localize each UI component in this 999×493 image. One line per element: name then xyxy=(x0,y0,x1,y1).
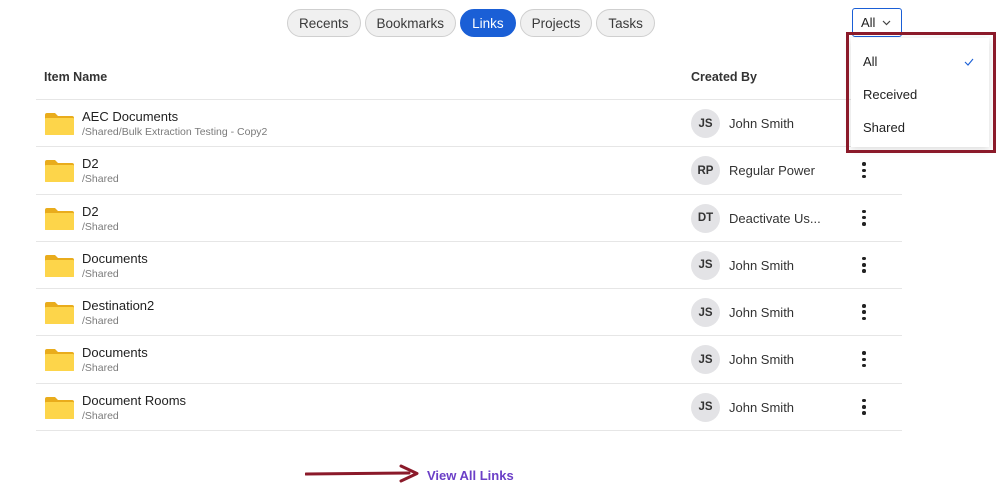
item-path: /Shared xyxy=(82,362,119,375)
tab-recents[interactable]: Recents xyxy=(287,9,361,37)
table-header: Item Name Created By xyxy=(36,53,902,100)
filter-option-all[interactable]: All xyxy=(863,54,877,69)
creator-name: John Smith xyxy=(729,352,795,368)
creator-name: John Smith xyxy=(729,257,795,273)
tab-bar: Recents Bookmarks Links Projects Tasks xyxy=(287,9,655,37)
header-item-name: Item Name xyxy=(44,70,108,84)
more-vertical-icon[interactable] xyxy=(858,209,870,227)
table-row[interactable]: Documents /Shared JS John Smith xyxy=(36,336,902,384)
item-path: /Shared/Bulk Extraction Testing - Copy2 xyxy=(82,126,268,138)
item-name[interactable]: D2 xyxy=(82,204,99,219)
item-name[interactable]: Documents xyxy=(82,345,148,360)
tab-projects[interactable]: Projects xyxy=(519,9,593,37)
creator-name: Regular Power xyxy=(729,163,815,179)
more-vertical-icon[interactable] xyxy=(858,398,870,416)
avatar: JS xyxy=(691,392,720,422)
avatar: JS xyxy=(691,298,720,328)
table-row[interactable]: D2 /Shared RP Regular Power xyxy=(36,147,902,195)
folder-icon xyxy=(45,160,74,183)
more-vertical-icon[interactable] xyxy=(858,350,870,368)
creator-name: John Smith xyxy=(729,399,795,415)
more-vertical-icon[interactable] xyxy=(858,161,870,179)
folder-icon xyxy=(45,396,74,419)
tab-bookmarks[interactable]: Bookmarks xyxy=(364,9,457,37)
check-icon xyxy=(964,58,974,66)
links-table: Item Name Created By AEC Documents /Shar… xyxy=(36,53,902,432)
item-name[interactable]: Documents xyxy=(82,251,148,266)
avatar: JS xyxy=(691,250,720,280)
item-path: /Shared xyxy=(82,267,119,280)
header-created-by: Created By xyxy=(691,70,757,84)
avatar: JS xyxy=(691,109,720,138)
item-path: /Shared xyxy=(82,409,119,422)
filter-dropdown-menu: All Received Shared xyxy=(851,38,989,147)
creator-name: Deactivate Us... xyxy=(729,210,821,226)
item-path: /Shared xyxy=(82,220,119,233)
arrow-right-icon xyxy=(305,464,419,483)
table-row[interactable]: Documents /Shared JS John Smith xyxy=(36,242,902,290)
item-name[interactable]: D2 xyxy=(82,156,99,171)
table-row[interactable]: Destination2 /Shared JS John Smith xyxy=(36,289,902,337)
creator-name: John Smith xyxy=(729,305,795,321)
item-name[interactable]: Destination2 xyxy=(82,298,154,313)
item-path: /Shared xyxy=(82,173,119,186)
folder-icon xyxy=(45,207,74,230)
creator-name: John Smith xyxy=(729,116,795,131)
folder-icon xyxy=(45,302,74,325)
filter-option-shared[interactable]: Shared xyxy=(863,120,905,135)
avatar: DT xyxy=(691,203,720,233)
folder-icon xyxy=(45,113,74,135)
filter-select[interactable]: All xyxy=(852,8,902,37)
table-row[interactable]: D2 /Shared DT Deactivate Us... xyxy=(36,195,902,242)
more-vertical-icon[interactable] xyxy=(858,256,870,274)
chevron-down-icon xyxy=(883,20,891,25)
folder-icon xyxy=(45,349,74,372)
tab-links[interactable]: Links xyxy=(460,9,516,37)
item-path: /Shared xyxy=(82,315,119,328)
avatar: JS xyxy=(691,345,720,375)
more-vertical-icon[interactable] xyxy=(858,303,870,321)
filter-selected-label: All xyxy=(861,15,876,30)
item-name[interactable]: Document Rooms xyxy=(82,393,186,408)
tab-tasks[interactable]: Tasks xyxy=(596,9,655,37)
avatar: RP xyxy=(691,156,720,186)
item-name[interactable]: AEC Documents xyxy=(82,109,178,124)
table-row[interactable]: Document Rooms /Shared JS John Smith xyxy=(36,384,902,432)
view-all-links-link[interactable]: View All Links xyxy=(427,468,514,483)
folder-icon xyxy=(45,254,74,277)
filter-option-received[interactable]: Received xyxy=(863,87,917,102)
table-row[interactable]: AEC Documents /Shared/Bulk Extraction Te… xyxy=(36,100,902,148)
